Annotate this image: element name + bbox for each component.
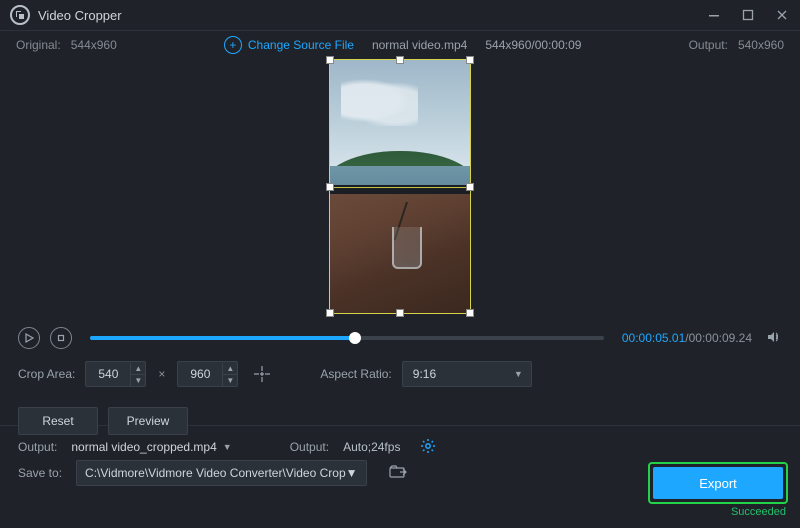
center-crop-button[interactable] xyxy=(248,362,276,386)
aspect-ratio-label: Aspect Ratio: xyxy=(320,367,391,381)
crop-height-input[interactable]: ▲▼ xyxy=(177,361,238,387)
save-to-select[interactable]: C:\Vidmore\Vidmore Video Converter\Video… xyxy=(76,460,366,486)
maximize-button[interactable] xyxy=(740,7,756,23)
crop-handle-tl[interactable] xyxy=(326,56,334,64)
source-stat: 544x960/00:00:09 xyxy=(485,38,581,52)
crop-width-spinner[interactable]: ▲▼ xyxy=(130,363,145,386)
change-source-label: Change Source File xyxy=(248,38,354,52)
crop-guide-line xyxy=(330,187,470,188)
export-status: Succeeded xyxy=(648,506,786,518)
time-display: 00:00:05.01/00:00:09.24 xyxy=(622,331,752,345)
titlebar: Video Cropper xyxy=(0,0,800,31)
minimize-button[interactable] xyxy=(706,7,722,23)
volume-button[interactable] xyxy=(766,329,782,348)
crop-height-field[interactable] xyxy=(178,366,222,382)
stop-button[interactable] xyxy=(50,327,72,349)
seek-fill xyxy=(90,336,355,340)
export-section: Export Succeeded xyxy=(648,462,788,518)
crop-width-field[interactable] xyxy=(86,366,130,382)
app-logo-icon xyxy=(10,5,30,25)
crop-handle-br[interactable] xyxy=(466,309,474,317)
export-highlight: Export xyxy=(648,462,788,504)
seek-slider[interactable] xyxy=(90,336,604,340)
aspect-ratio-select[interactable]: 9:16 ▼ xyxy=(402,361,532,387)
window-controls xyxy=(706,7,790,23)
plus-circle-icon: + xyxy=(224,36,242,54)
spin-down-icon[interactable]: ▼ xyxy=(223,375,237,386)
source-filename: normal video.mp4 xyxy=(372,38,467,52)
export-button[interactable]: Export xyxy=(653,467,783,499)
caret-down-icon: ▼ xyxy=(223,442,232,452)
caret-down-icon: ▼ xyxy=(514,369,523,379)
save-to-label: Save to: xyxy=(18,466,62,480)
crop-width-input[interactable]: ▲▼ xyxy=(85,361,146,387)
time-total: 00:00:09.24 xyxy=(689,331,752,345)
original-size: Original: 544x960 xyxy=(16,38,117,52)
save-to-path: C:\Vidmore\Vidmore Video Converter\Video… xyxy=(85,466,346,480)
crop-handle-ml[interactable] xyxy=(326,183,334,191)
aspect-ratio-value: 9:16 xyxy=(413,367,436,381)
caret-down-icon: ▼ xyxy=(346,466,358,480)
original-dims: 544x960 xyxy=(71,38,117,52)
crop-handle-bl[interactable] xyxy=(326,309,334,317)
info-bar: Original: 544x960 + Change Source File n… xyxy=(0,31,800,59)
output-dims: 540x960 xyxy=(738,38,784,52)
crop-handle-tr[interactable] xyxy=(466,56,474,64)
output-label: Output: xyxy=(689,38,728,52)
crop-frame[interactable] xyxy=(329,59,471,314)
original-label: Original: xyxy=(16,38,61,52)
crop-handle-bm[interactable] xyxy=(396,309,404,317)
spin-up-icon[interactable]: ▲ xyxy=(131,363,145,375)
video-stage xyxy=(0,59,800,321)
output-file-value: normal video_cropped.mp4 xyxy=(71,440,216,454)
output-format-value: Auto;24fps xyxy=(343,440,400,454)
spin-up-icon[interactable]: ▲ xyxy=(223,363,237,375)
window-title: Video Cropper xyxy=(38,8,122,23)
output-file-select[interactable]: normal video_cropped.mp4 ▼ xyxy=(71,440,231,454)
output-size: Output: 540x960 xyxy=(689,38,784,52)
play-button[interactable] xyxy=(18,327,40,349)
seek-thumb[interactable] xyxy=(349,332,361,344)
time-current: 00:00:05.01 xyxy=(622,331,685,345)
crop-area-label: Crop Area: xyxy=(18,367,75,381)
crop-handle-tm[interactable] xyxy=(396,56,404,64)
output-format-label: Output: xyxy=(290,440,329,454)
output-file-label: Output: xyxy=(18,440,57,454)
close-button[interactable] xyxy=(774,7,790,23)
spin-down-icon[interactable]: ▼ xyxy=(131,375,145,386)
dimension-separator: × xyxy=(158,367,165,381)
open-folder-button[interactable] xyxy=(389,465,407,482)
crop-height-spinner[interactable]: ▲▼ xyxy=(222,363,237,386)
crop-handle-mr[interactable] xyxy=(466,183,474,191)
crop-controls: Crop Area: ▲▼ × ▲▼ Aspect Ratio: 9:16 ▼ … xyxy=(0,355,800,423)
output-settings-button[interactable] xyxy=(420,438,436,457)
transport-bar: 00:00:05.01/00:00:09.24 xyxy=(0,321,800,355)
change-source-file-button[interactable]: + Change Source File xyxy=(224,36,354,54)
